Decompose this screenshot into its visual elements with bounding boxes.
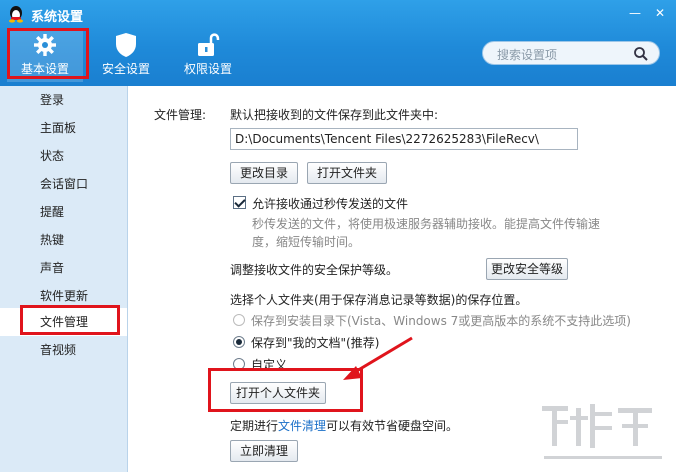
sidebar: 登录 主面板 状态 会话窗口 提醒 热键 声音 软件更新 文件管理 音视频 bbox=[0, 86, 128, 472]
section-label: 文件管理: bbox=[154, 108, 207, 122]
sidebar-item-chat-window[interactable]: 会话窗口 bbox=[0, 170, 127, 198]
highlight-box-tab bbox=[7, 28, 89, 79]
minimize-button[interactable]: — bbox=[625, 4, 645, 22]
search-box[interactable]: 搜索设置项 bbox=[482, 41, 660, 65]
instant-transfer-note-2: 度，缩短传输时间。 bbox=[252, 235, 361, 249]
instant-transfer-note: 秒传发送的文件，将使用极速服务器辅助接收。能提高文件传输速 bbox=[252, 217, 601, 231]
radio-my-documents[interactable] bbox=[233, 336, 245, 348]
tab-label: 安全设置 bbox=[101, 62, 150, 76]
highlight-box-button bbox=[208, 368, 363, 412]
window-title: 系统设置 bbox=[31, 10, 84, 25]
search-placeholder: 搜索设置项 bbox=[497, 48, 558, 62]
lock-icon bbox=[198, 33, 220, 56]
file-cleanup-link[interactable]: 文件清理 bbox=[278, 419, 326, 433]
title-bar: 系统设置 — ✕ bbox=[0, 0, 676, 28]
sidebar-item-status[interactable]: 状态 bbox=[0, 142, 127, 170]
search-icon[interactable] bbox=[633, 46, 649, 62]
change-directory-button[interactable]: 更改目录 bbox=[230, 162, 298, 184]
radio-install-dir[interactable] bbox=[233, 314, 245, 326]
save-location-description: 默认把接收到的文件保存到此文件夹中: bbox=[230, 108, 439, 122]
highlight-box-sidebar bbox=[20, 305, 120, 335]
cleanup-suffix: 可以有效节省硬盘空间。 bbox=[326, 419, 459, 433]
sidebar-item-sound[interactable]: 声音 bbox=[0, 254, 127, 282]
save-path-field[interactable]: D:\Documents\Tencent Files\2272625283\Fi… bbox=[230, 128, 578, 150]
instant-transfer-checkbox[interactable] bbox=[233, 196, 246, 209]
tab-label: 权限设置 bbox=[183, 62, 232, 76]
radio-install-dir-label: 保存到安装目录下(Vista、Windows 7或更高版本的系统不支持此选项) bbox=[251, 314, 631, 328]
app-logo-icon bbox=[9, 6, 23, 23]
security-level-label: 调整接收文件的安全保护等级。 bbox=[230, 263, 399, 277]
clean-now-button[interactable]: 立即清理 bbox=[230, 440, 298, 462]
change-security-level-button[interactable]: 更改安全等级 bbox=[486, 258, 568, 280]
sidebar-item-audio-video[interactable]: 音视频 bbox=[0, 336, 127, 364]
cleanup-prefix: 定期进行 bbox=[230, 419, 279, 433]
tab-security-settings[interactable]: 安全设置 bbox=[88, 30, 164, 82]
header-bar: 系统设置 — ✕ 基本设置 安全设置 权限设置 搜索设置项 bbox=[0, 0, 676, 86]
shield-icon bbox=[116, 33, 136, 57]
radio-my-documents-label: 保存到"我的文档"(推荐) bbox=[251, 336, 380, 350]
cleanup-text: 定期进行文件清理可以有效节省硬盘空间。 bbox=[230, 417, 458, 434]
sidebar-item-login[interactable]: 登录 bbox=[0, 86, 127, 114]
close-button[interactable]: ✕ bbox=[650, 4, 670, 22]
sidebar-item-reminder[interactable]: 提醒 bbox=[0, 198, 127, 226]
sidebar-item-hotkey[interactable]: 热键 bbox=[0, 226, 127, 254]
personal-folder-label: 选择个人文件夹(用于保存消息记录等数据)的保存位置。 bbox=[230, 293, 528, 307]
instant-transfer-label: 允许接收通过秒传发送的文件 bbox=[252, 197, 409, 211]
watermark-logo bbox=[542, 404, 662, 459]
sidebar-item-main-panel[interactable]: 主面板 bbox=[0, 114, 127, 142]
tab-permission-settings[interactable]: 权限设置 bbox=[170, 30, 246, 82]
open-folder-button[interactable]: 打开文件夹 bbox=[307, 162, 387, 184]
